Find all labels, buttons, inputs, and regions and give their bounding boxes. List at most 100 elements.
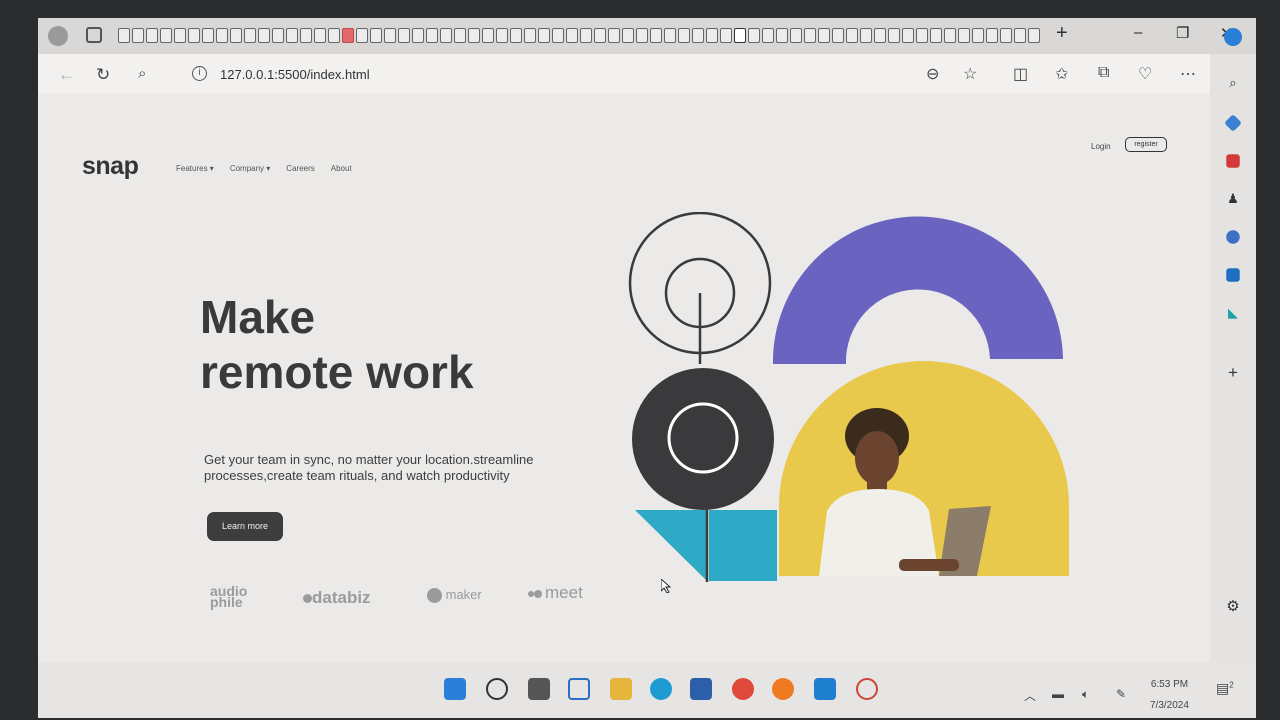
browser-tab[interactable] [622,28,634,43]
sidebar-search-icon[interactable]: ⌕ [1224,74,1242,92]
browser-tab[interactable] [566,28,578,43]
browser-tab[interactable] [538,28,550,43]
browser-tab[interactable] [916,28,928,43]
office-icon[interactable] [1226,230,1240,244]
browser-tab[interactable] [356,28,368,43]
tray-overflow-icon[interactable]: ︿ [1024,687,1036,704]
browser-tab[interactable] [902,28,914,43]
browser-tab[interactable] [734,28,746,43]
browser-tab[interactable] [594,28,606,43]
browser-tab[interactable] [1000,28,1012,43]
battery-icon[interactable]: ▬ [1052,687,1064,701]
browser-tab[interactable] [650,28,662,43]
taskbar-search-icon[interactable] [486,678,508,700]
browser-tab[interactable] [258,28,270,43]
browser-tab[interactable] [888,28,900,43]
browser-tab[interactable] [832,28,844,43]
outlook-icon[interactable] [1226,268,1240,282]
nav-about[interactable]: About [331,164,352,173]
browser-tab[interactable] [524,28,536,43]
browser-tab[interactable] [972,28,984,43]
browser-tab[interactable] [776,28,788,43]
browser-tab[interactable] [804,28,816,43]
restore-button[interactable]: ❐ [1176,24,1189,42]
browser-tab[interactable] [398,28,410,43]
drop-icon[interactable]: ◣ [1224,304,1242,322]
favorite-star-icon[interactable]: ☆ [963,64,977,84]
refresh-icon[interactable]: ↻ [96,65,110,85]
browser-tab[interactable] [412,28,424,43]
browser-tab[interactable] [860,28,872,43]
browser-tab[interactable] [216,28,228,43]
shopping-icon[interactable] [1226,154,1240,168]
sidebar-settings-icon[interactable]: ⚙ [1224,598,1242,616]
browser-tab[interactable] [426,28,438,43]
browser-tab[interactable] [748,28,760,43]
search-icon[interactable]: ⌕ [138,65,146,82]
browser-tab[interactable] [328,28,340,43]
browser-tab[interactable] [944,28,956,43]
edge-icon[interactable] [650,678,672,700]
browser-tab[interactable] [286,28,298,43]
task-view-icon[interactable] [528,678,550,700]
browser-tab[interactable] [454,28,466,43]
more-options-icon[interactable]: ⋯ [1180,64,1196,84]
profile-icon[interactable] [48,26,68,46]
notification-icon[interactable]: ▤2 [1216,680,1234,697]
browser-tab[interactable] [608,28,620,43]
browser-tab[interactable] [132,28,144,43]
browser-tab[interactable] [314,28,326,43]
browser-tab[interactable] [174,28,186,43]
browser-tab[interactable] [342,28,354,43]
pen-icon[interactable]: ✎ [1116,687,1126,701]
browser-tab[interactable] [244,28,256,43]
browser-tab[interactable] [300,28,312,43]
favorites-icon[interactable]: ✩ [1055,64,1068,84]
start-icon[interactable] [444,678,466,700]
browser-tab[interactable] [188,28,200,43]
browser-tab[interactable] [272,28,284,43]
volume-icon[interactable]: 🔈︎ [1082,687,1089,702]
browser-tab[interactable] [678,28,690,43]
browser-tab[interactable] [118,28,130,43]
split-screen-icon[interactable]: ◫ [1013,64,1028,84]
login-link[interactable]: Login [1091,142,1111,151]
browser-tab[interactable] [202,28,214,43]
vscode-icon[interactable] [814,678,836,700]
browser-tab[interactable] [664,28,676,43]
browser-tab[interactable] [146,28,158,43]
browser-tab[interactable] [1014,28,1026,43]
browser-tab[interactable] [874,28,886,43]
browser-tab[interactable] [510,28,522,43]
back-icon[interactable]: ← [58,65,75,85]
add-sidebar-app-icon[interactable]: + [1224,364,1242,382]
browser-tab[interactable] [468,28,480,43]
chrome-icon[interactable] [732,678,754,700]
url-text[interactable]: 127.0.0.1:5500/index.html [220,67,370,82]
browser-tab[interactable] [986,28,998,43]
people-icon[interactable]: ♟ [1224,190,1242,208]
browser-tab[interactable] [720,28,732,43]
browser-tab[interactable] [580,28,592,43]
paint-icon[interactable] [856,678,878,700]
site-info-icon[interactable]: i [192,66,207,81]
browser-tab[interactable] [706,28,718,43]
browser-tab[interactable] [482,28,494,43]
nav-features[interactable]: Features ▾ [176,164,214,173]
browser-tab[interactable] [440,28,452,43]
browser-tab[interactable] [160,28,172,43]
nav-company[interactable]: Company ▾ [230,164,270,173]
firefox-icon[interactable] [772,678,794,700]
minimize-button[interactable]: – [1134,24,1142,41]
zoom-out-icon[interactable]: ⊖ [926,64,939,84]
extensions-icon[interactable]: ♡ [1138,64,1152,84]
new-tab-button[interactable]: + [1056,22,1068,45]
browser-tab[interactable] [636,28,648,43]
tag-icon[interactable] [1224,114,1242,132]
browser-tab[interactable] [496,28,508,43]
file-explorer-icon[interactable] [610,678,632,700]
browser-tab[interactable] [692,28,704,43]
browser-tab[interactable] [230,28,242,43]
browser-tab[interactable] [958,28,970,43]
browser-tab[interactable] [930,28,942,43]
